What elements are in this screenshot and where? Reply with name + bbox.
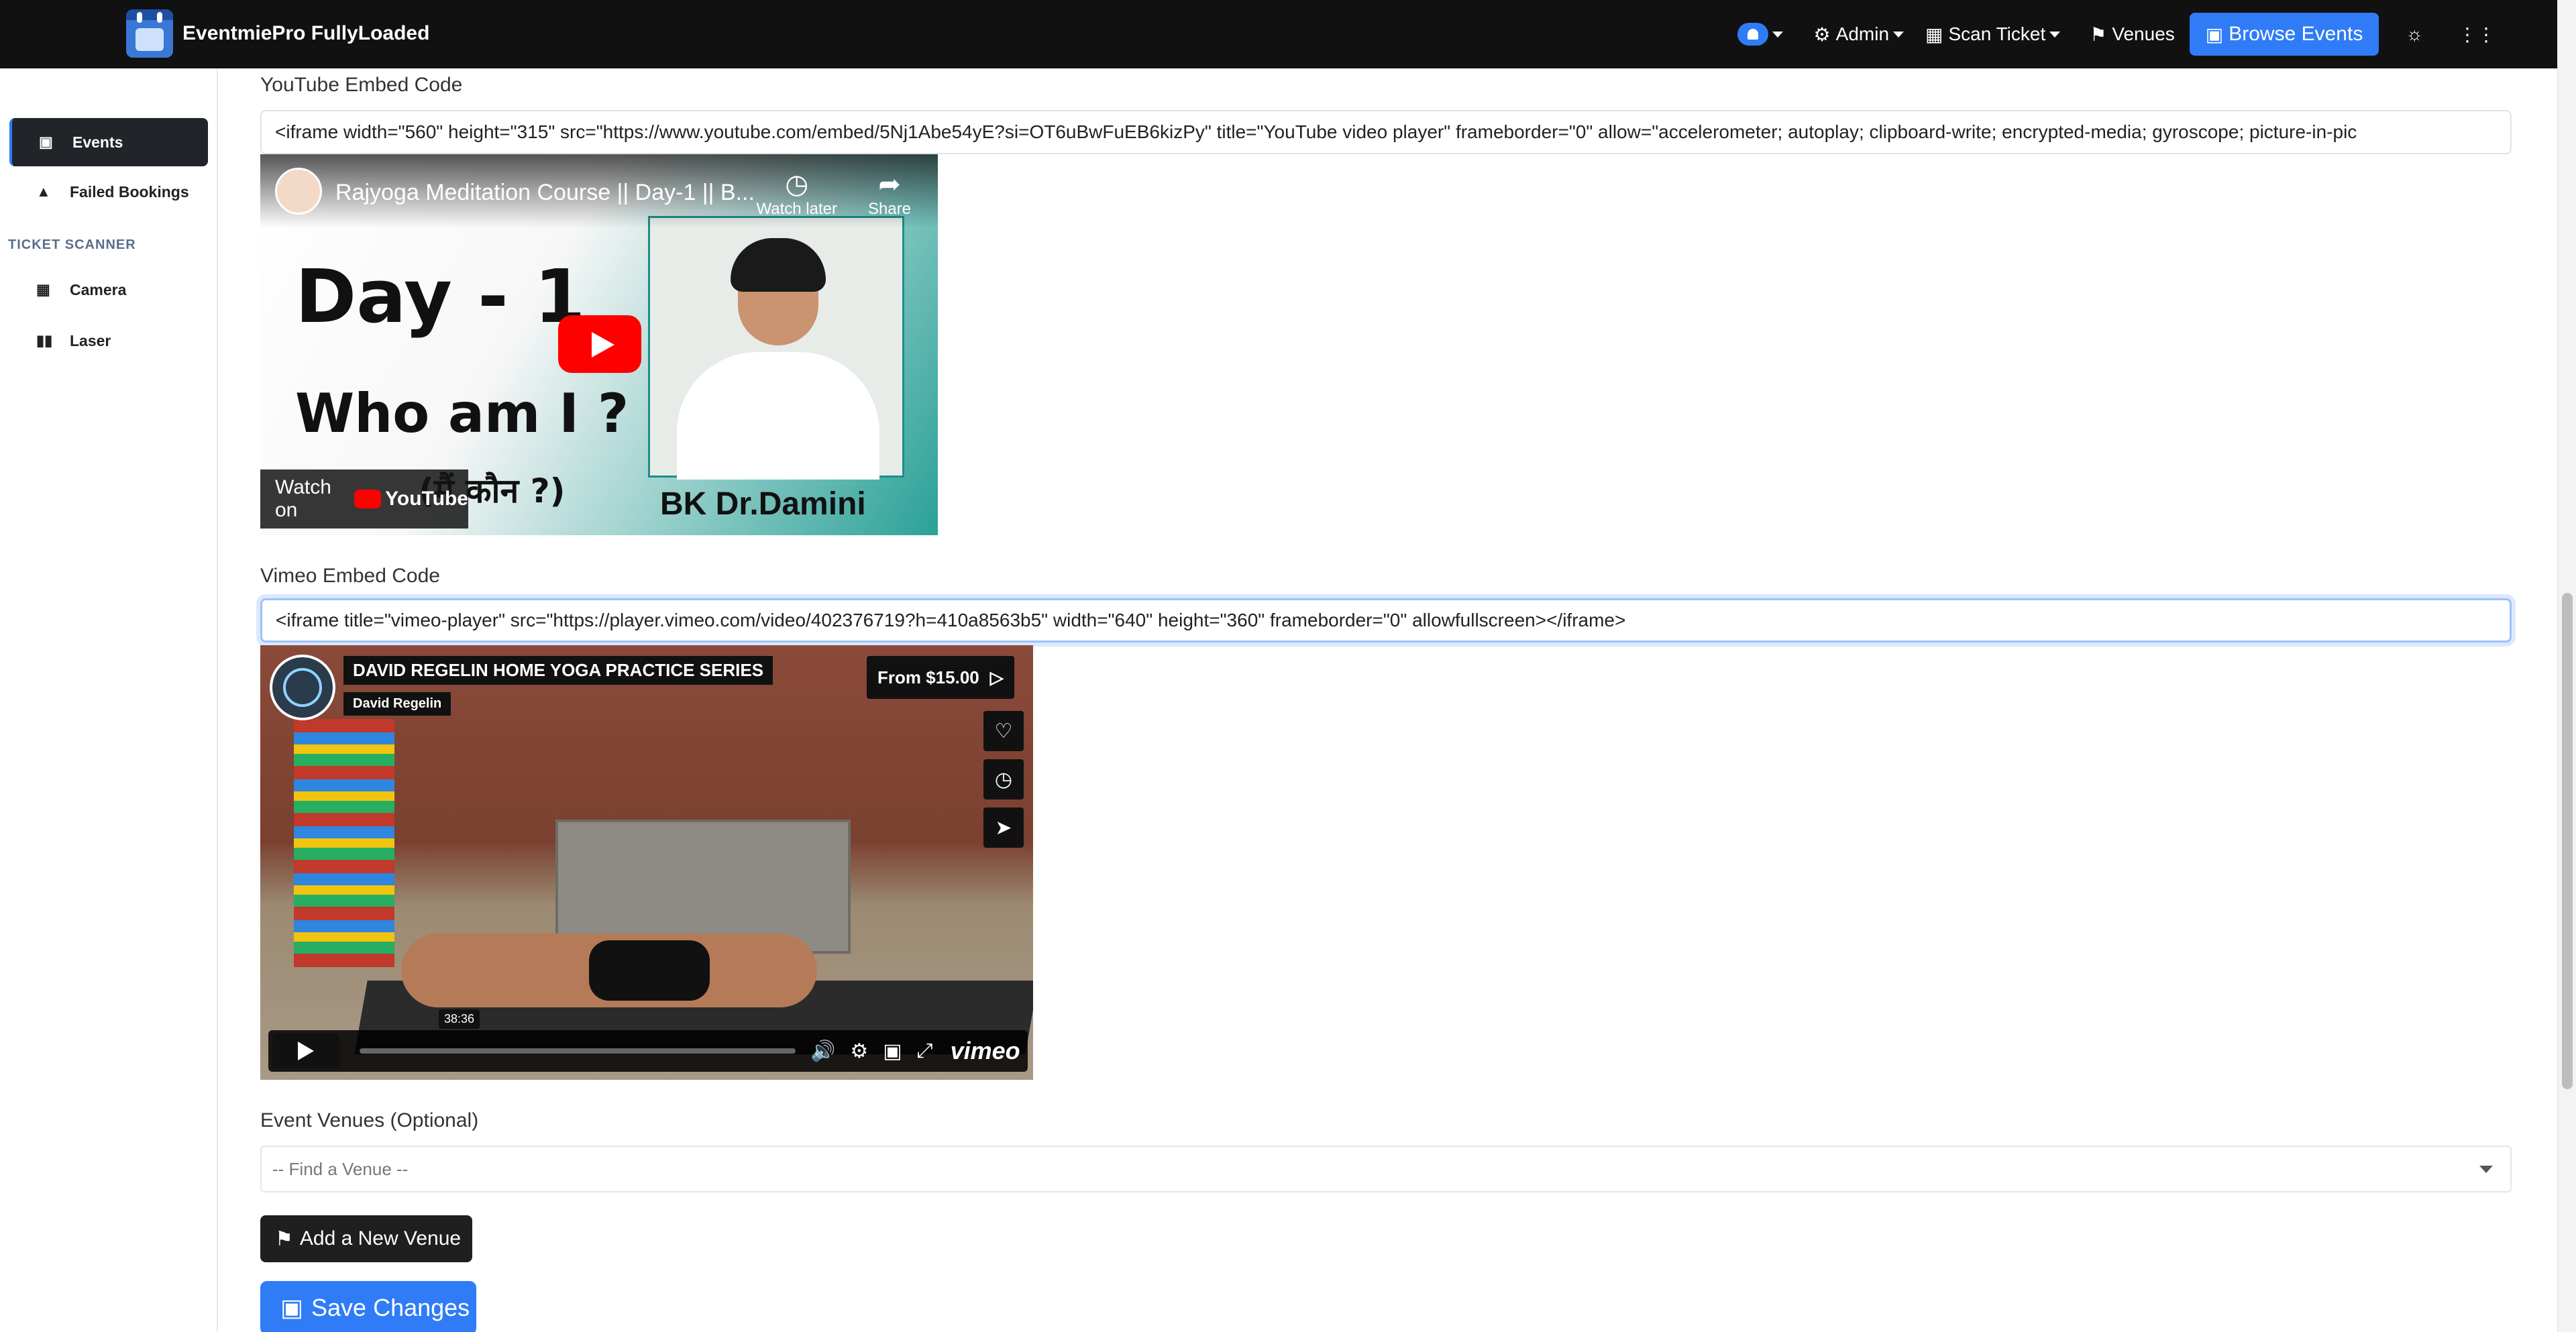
watch-later-label: Watch later	[756, 200, 837, 218]
chevron-down-icon	[2049, 31, 2061, 38]
pip-icon[interactable]: ▣	[883, 1040, 902, 1063]
save-changes-button[interactable]: ▣ Save Changes	[260, 1281, 476, 1332]
chevron-down-icon	[2479, 1166, 2493, 1173]
bookshelf-image	[294, 719, 394, 967]
play-icon[interactable]	[558, 315, 641, 373]
add-venue-label: Add a New Venue	[299, 1227, 462, 1250]
fullscreen-icon[interactable]: ⤢	[917, 1040, 933, 1062]
calendar-icon: ▣	[2205, 23, 2224, 45]
like-button[interactable]: ♡	[983, 711, 1024, 751]
map-icon: ⚑	[2090, 23, 2107, 45]
clock-icon: ◷	[994, 768, 1013, 791]
sidebar-item-laser[interactable]: ▮▮ Laser	[9, 317, 208, 365]
sidebar-item-label: Events	[72, 133, 123, 151]
sidebar-item-camera[interactable]: ▦ Camera	[9, 266, 208, 314]
presenter-image	[648, 216, 904, 480]
watch-later-button[interactable]: ◷	[983, 759, 1024, 799]
youtube-logo-icon: YouTube	[354, 488, 468, 510]
notifications-dropdown[interactable]	[1737, 23, 1783, 46]
browse-events-label: Browse Events	[2229, 23, 2363, 45]
save-icon: ▣	[280, 1294, 304, 1321]
youtube-actions: ◷ Watch later ➦ Share	[756, 169, 911, 219]
youtube-video-title[interactable]: Rajyoga Meditation Course || Day-1 || B.…	[335, 180, 755, 206]
thumbnail-day-text: Day - 1	[295, 254, 586, 339]
navbar-actions: ⚙ Admin ▦ Scan Ticket ⚑ Venues ▣ Browse …	[1737, 0, 2557, 68]
grid-icon: ⋮⋮	[2458, 23, 2496, 45]
share-icon: ➦	[878, 170, 901, 199]
barcode-icon: ▮▮	[36, 332, 53, 349]
map-icon: ⚑	[275, 1227, 293, 1250]
add-venue-button[interactable]: ⚑ Add a New Venue	[260, 1215, 472, 1262]
share-button[interactable]: ➤	[983, 808, 1024, 848]
vimeo-player[interactable]: DAVID REGELIN HOME YOGA PRACTICE SERIES …	[260, 645, 1033, 1080]
page-scrollbar[interactable]	[2557, 0, 2576, 1332]
channel-avatar[interactable]	[275, 168, 322, 215]
chevron-down-icon	[1772, 31, 1783, 38]
sun-icon: ☼	[2406, 23, 2423, 44]
user-gear-icon: ⚙	[1813, 23, 1831, 45]
admin-label: Admin	[1835, 23, 1890, 44]
top-navbar: EventmiePro FullyLoaded ⚙ Admin ▦ Scan T…	[0, 0, 2557, 68]
venue-select[interactable]: -- Find a Venue --	[260, 1146, 2512, 1192]
sidebar-item-failed-bookings[interactable]: ▲ Failed Bookings	[9, 168, 208, 216]
youtube-brand: YouTube	[385, 488, 468, 510]
price-label: From $15.00	[877, 667, 979, 687]
scrollbar-thumb[interactable]	[2562, 593, 2573, 1089]
chevron-down-icon	[1893, 31, 1904, 38]
share-label: Share	[867, 200, 911, 218]
vimeo-logo[interactable]: vimeo	[951, 1037, 1020, 1065]
thumbnail-question-text: Who am I ?	[295, 382, 629, 445]
theme-toggle[interactable]: ☼	[2406, 23, 2423, 45]
youtube-embed-label: YouTube Embed Code	[260, 74, 463, 96]
brand-logo-icon	[126, 9, 173, 58]
clock-icon: ◷	[785, 170, 809, 199]
thumbnail-caption: BK Dr.Damini	[660, 486, 866, 522]
send-icon: ➤	[995, 816, 1012, 839]
sidebar-item-label: Failed Bookings	[70, 182, 189, 201]
watch-on-youtube-link[interactable]: Watch on YouTube	[260, 469, 468, 529]
sidebar-item-events[interactable]: ▣ Events	[9, 118, 208, 166]
vimeo-embed-label: Vimeo Embed Code	[260, 565, 440, 587]
watch-on-label: Watch on	[275, 476, 331, 521]
vimeo-controls: 38:36 🔊 ⚙ ▣ ⤢ vimeo	[268, 1009, 1028, 1072]
sidebar-item-label: Camera	[70, 280, 127, 298]
bell-icon	[1737, 23, 1768, 46]
vod-icon: ▷	[989, 667, 1004, 687]
warning-icon: ▲	[36, 183, 51, 200]
youtube-embed-field[interactable]: <iframe width="560" height="315" src="ht…	[260, 110, 2512, 154]
shorts-image	[589, 940, 710, 1001]
settings-icon[interactable]: ⚙	[850, 1040, 868, 1063]
venue-select-placeholder: -- Find a Venue --	[272, 1158, 409, 1179]
sidebar-section-ticket-scanner: TICKET SCANNER	[8, 237, 136, 252]
brand[interactable]: EventmiePro FullyLoaded	[126, 9, 429, 58]
vimeo-price-button[interactable]: From $15.00 ▷	[867, 656, 1014, 699]
volume-icon[interactable]: 🔊	[810, 1040, 835, 1063]
qrcode-icon: ▦	[36, 281, 50, 298]
vimeo-embed-field[interactable]: <iframe title="vimeo-player" src="https:…	[260, 598, 2512, 643]
duration-tooltip: 38:36	[439, 1009, 480, 1029]
calendar-icon: ▣	[39, 133, 53, 150]
watch-later-button[interactable]: ◷ Watch later	[756, 169, 837, 219]
browse-events-button[interactable]: ▣ Browse Events	[2189, 13, 2379, 56]
admin-dropdown[interactable]: ⚙ Admin	[1814, 23, 1904, 46]
vimeo-avatar[interactable]	[270, 655, 335, 720]
event-venues-label: Event Venues (Optional)	[260, 1109, 479, 1131]
vimeo-video-title[interactable]: DAVID REGELIN HOME YOGA PRACTICE SERIES	[343, 656, 773, 685]
vimeo-author[interactable]: David Regelin	[343, 692, 451, 716]
venues-label: Venues	[2112, 23, 2175, 44]
scan-ticket-label: Scan Ticket	[1948, 23, 2046, 44]
qrcode-icon: ▦	[1925, 23, 1943, 45]
sidebar: ▣ Events ▲ Failed Bookings TICKET SCANNE…	[0, 68, 218, 1332]
youtube-player[interactable]: Day - 1 Who am I ? (मैं कौन ?) BK Dr.Dam…	[260, 154, 938, 535]
brand-name: EventmiePro FullyLoaded	[182, 22, 430, 44]
progress-bar[interactable]: 38:36	[360, 1009, 796, 1054]
scan-ticket-dropdown[interactable]: ▦ Scan Ticket	[1925, 23, 2061, 46]
venues-link[interactable]: ⚑ Venues	[2090, 23, 2175, 46]
share-button[interactable]: ➦ Share	[868, 169, 911, 219]
save-changes-label: Save Changes	[311, 1294, 470, 1321]
apps-menu[interactable]: ⋮⋮	[2458, 23, 2496, 46]
play-button[interactable]	[272, 1034, 339, 1068]
heart-icon: ♡	[994, 720, 1013, 742]
sidebar-item-label: Laser	[70, 331, 111, 349]
